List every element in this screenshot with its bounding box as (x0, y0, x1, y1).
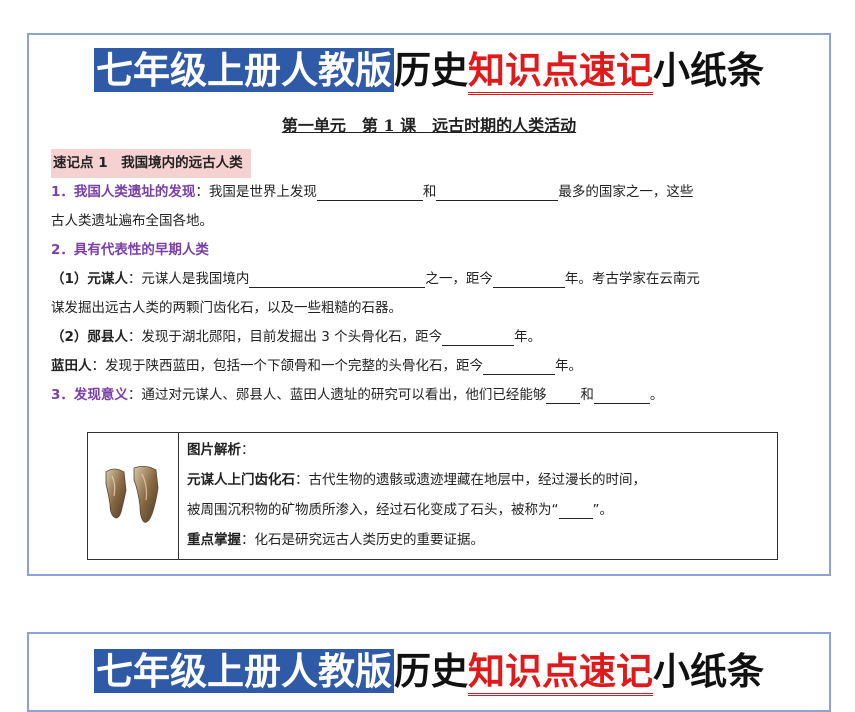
fill-blank[interactable] (546, 386, 581, 404)
title-suffix: 小纸条 (653, 649, 764, 693)
title-subject: 历史 (394, 649, 468, 693)
lesson-subtitle: 第一单元 第 1 课 远古时期的人类活动 (281, 116, 577, 135)
analysis-heading-colon: ： (241, 442, 255, 458)
analysis-item-1-text-b: 被周围沉积物的矿物质所渗入，经过石化变成了石头，被称为“ (187, 502, 559, 518)
yunxian-label: （2）郧县人 (51, 329, 128, 345)
analysis-item-1-text-c: ”。 (592, 502, 614, 518)
analysis-heading-line: 图片解析： (187, 435, 769, 465)
section-heading: 速记点 1 我国境内的远古人类 (51, 149, 251, 178)
point-3-text-c: 。 (649, 387, 664, 403)
title-subject: 历史 (394, 48, 468, 92)
title-red: 知识点速记 (468, 649, 653, 696)
fill-blank[interactable] (492, 270, 565, 288)
fill-blank[interactable] (316, 183, 423, 201)
point-2-line: 2．具有代表性的早期人类 (51, 236, 811, 265)
fill-blank[interactable] (442, 328, 515, 346)
lantian-text-b: 年。 (555, 358, 582, 374)
notes-content: 速记点 1 我国境内的远古人类 1．我国人类遗址的发现：我国是世界上发现和最多的… (51, 149, 811, 410)
analysis-item-1-line-2: 被周围沉积物的矿物质所渗入，经过石化变成了石头，被称为“ ”。 (187, 495, 769, 525)
title-suffix: 小纸条 (653, 48, 764, 92)
point-1-colon: ： (195, 184, 209, 200)
point-1-line-2: 古人类遗址遍布全国各地。 (51, 213, 213, 229)
yunxian-text-b: 年。 (514, 329, 542, 345)
yuanmou-label: （1）元谋人 (51, 271, 128, 287)
fill-blank[interactable] (558, 501, 593, 519)
page-title-next: 七年级上册人教版历史知识点速记小纸条 (29, 644, 829, 698)
lantian-text-a: ：发现于陕西蓝田，包括一个下颌骨和一个完整的头骨化石，距今 (91, 358, 484, 374)
analysis-item-1-line-1: 元谋人上门齿化石：古代生物的遗骸或遗迹埋藏在地层中，经过漫长的时间， (187, 465, 769, 495)
point-1-line-1: 1．我国人类遗址的发现：我国是世界上发现 和 最多的国家之一，这些 (51, 178, 811, 207)
section-heading-line: 速记点 1 我国境内的远古人类 (51, 149, 811, 178)
title-highlight: 七年级上册人教版 (94, 48, 394, 92)
point-1-text-c: 最多的国家之一，这些 (558, 184, 694, 200)
yuanmou-line-1: （1）元谋人：元谋人是我国境内 之一，距今 年。考古学家在云南元 (51, 265, 811, 294)
yuanmou-text-a: ：元谋人是我国境内 (127, 271, 250, 287)
analysis-item-2-label: 重点掌握 (187, 532, 241, 548)
point-1-label: 1．我国人类遗址的发现 (51, 184, 196, 200)
analysis-item-1-text-a: ：古代生物的遗骸或遗迹埋藏在地层中，经过漫长的时间， (295, 472, 646, 488)
title-red: 知识点速记 (468, 48, 653, 95)
yunxian-line: （2）郧县人：发现于湖北郧阳，目前发掘出 3 个头骨化石，距今 年。 (51, 323, 811, 352)
yuanmou-text-b: 之一，距今 (425, 271, 493, 287)
yuanmou-line-2: 谋发掘出远古人类的两颗门齿化石，以及一些粗糙的石器。 (51, 300, 402, 316)
analysis-heading: 图片解析 (187, 442, 241, 458)
analysis-item-2-text: ：化石是研究远古人类历史的重要证据。 (241, 532, 484, 548)
point-3-text-a: ：通过对元谋人、郧县人、蓝田人遗址的研究可以看出，他们已经能够 (127, 387, 547, 403)
analysis-item-1-label: 元谋人上门齿化石 (187, 472, 295, 488)
tooth-fossil-image-cell (88, 433, 179, 559)
fill-blank[interactable] (436, 183, 559, 201)
point-3-line: 3．发现意义：通过对元谋人、郧县人、蓝田人遗址的研究可以看出，他们已经能够 和 。 (51, 381, 811, 410)
image-analysis-text: 图片解析： 元谋人上门齿化石：古代生物的遗骸或遗迹埋藏在地层中，经过漫长的时间，… (179, 433, 777, 559)
point-1-text-a: 我国是世界上发现 (208, 184, 317, 200)
lantian-line: 蓝田人：发现于陕西蓝田，包括一个下颌骨和一个完整的头骨化石，距今 年。 (51, 352, 811, 381)
page-title: 七年级上册人教版历史知识点速记小纸条 (29, 43, 829, 97)
analysis-item-2-line: 重点掌握：化石是研究远古人类历史的重要证据。 (187, 525, 769, 555)
tooth-fossil-icon (105, 466, 159, 523)
yunxian-text-a: ：发现于湖北郧阳，目前发掘出 3 个头骨化石，距今 (127, 329, 443, 345)
yuanmou-text-c: 年。考古学家在云南元 (564, 271, 700, 287)
image-analysis-box: 图片解析： 元谋人上门齿化石：古代生物的遗骸或遗迹埋藏在地层中，经过漫长的时间，… (87, 432, 778, 560)
fill-blank[interactable] (483, 357, 555, 375)
document-page: 七年级上册人教版历史知识点速记小纸条 第一单元 第 1 课 远古时期的人类活动 … (27, 33, 831, 576)
point-2-label: 2．具有代表性的早期人类 (51, 242, 209, 258)
fill-blank[interactable] (249, 270, 426, 288)
point-1-text-b: 和 (422, 184, 437, 200)
title-highlight: 七年级上册人教版 (94, 649, 394, 693)
point-3-label: 3．发现意义 (51, 387, 128, 403)
lantian-label: 蓝田人 (51, 358, 92, 374)
fill-blank[interactable] (593, 386, 650, 404)
document-page-next: 七年级上册人教版历史知识点速记小纸条 (27, 632, 831, 712)
point-3-text-b: 和 (580, 387, 594, 403)
